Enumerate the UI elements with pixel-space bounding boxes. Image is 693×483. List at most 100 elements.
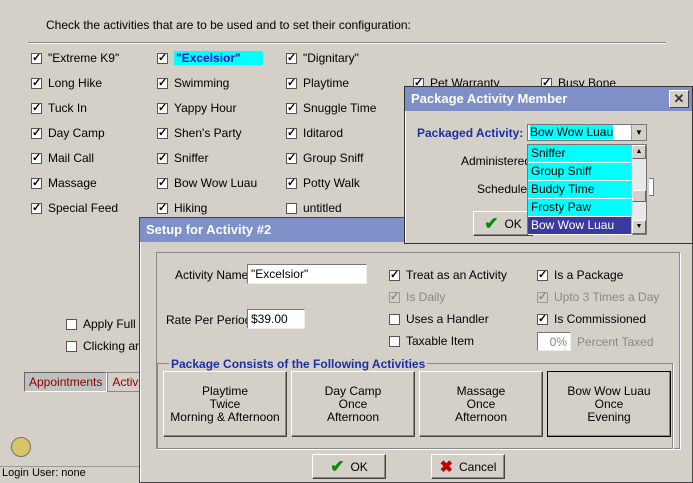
upto3-checkbox xyxy=(537,290,548,304)
activity-label: Group Sniff xyxy=(303,151,364,165)
list-item[interactable]: Sniffer xyxy=(528,145,632,163)
taxable-checkbox[interactable] xyxy=(389,335,400,347)
activity-checkbox[interactable] xyxy=(31,176,42,190)
activity-label: untitled xyxy=(303,201,342,215)
activity-option[interactable]: Swimming xyxy=(157,76,229,90)
activity-label: Special Feed xyxy=(48,201,119,215)
package-button-3[interactable]: Massage Once Afternoon xyxy=(419,371,543,437)
activity-option[interactable]: Playtime xyxy=(286,76,349,90)
activity-checkbox[interactable] xyxy=(286,126,297,140)
activity-name-input[interactable]: "Excelsior" xyxy=(247,264,367,284)
activity-option[interactable]: "Extreme K9" xyxy=(31,51,119,65)
list-item[interactable]: Buddy Time xyxy=(528,181,632,199)
activity-option[interactable]: Iditarod xyxy=(286,126,343,140)
list-item[interactable]: Bow Wow Luau xyxy=(528,217,632,235)
activity-option[interactable]: Hiking xyxy=(157,201,207,215)
activity-checkbox[interactable] xyxy=(286,176,297,190)
activity-option[interactable]: Potty Walk xyxy=(286,176,360,190)
activity-checkbox[interactable] xyxy=(31,151,42,165)
activity-option[interactable]: Sniffer xyxy=(157,151,208,165)
package-button-1[interactable]: Playtime Twice Morning & Afternoon xyxy=(163,371,287,437)
activity-checkbox[interactable] xyxy=(286,101,297,115)
activity-checkbox[interactable] xyxy=(31,51,42,65)
activity-option[interactable]: Yappy Hour xyxy=(157,101,236,115)
clicking-an-label: Clicking an xyxy=(83,339,142,353)
activity-checkbox[interactable] xyxy=(31,126,42,140)
chevron-down-icon[interactable]: ▼ xyxy=(631,125,646,140)
activity-option[interactable]: Day Camp xyxy=(31,126,105,140)
activity-label: Long Hike xyxy=(48,76,103,90)
pam-ok-button[interactable]: ✔ OK xyxy=(473,211,533,236)
activity-checkbox[interactable] xyxy=(286,51,297,65)
package-button-4[interactable]: Bow Wow Luau Once Evening xyxy=(547,371,671,437)
list-item[interactable]: Group Sniff xyxy=(528,163,632,181)
commissioned-checkbox[interactable] xyxy=(537,312,548,326)
setup-ok-button[interactable]: ✔ OK xyxy=(312,454,386,479)
activity-label: Yappy Hour xyxy=(174,101,237,115)
activity-checkbox[interactable] xyxy=(157,126,168,140)
is-package-checkbox[interactable] xyxy=(537,268,548,282)
uses-handler-option[interactable]: Uses a Handler xyxy=(389,312,489,326)
tab-appointments[interactable]: Appointments xyxy=(24,372,108,392)
list-item[interactable]: Frosty Paw xyxy=(528,199,632,217)
rate-input[interactable]: $39.00 xyxy=(247,309,305,329)
activity-label: Bow Wow Luau xyxy=(174,176,258,190)
scroll-up-icon[interactable]: ▲ xyxy=(632,145,646,159)
uses-handler-label: Uses a Handler xyxy=(406,312,489,326)
activity-option[interactable]: "Dignitary" xyxy=(286,51,359,65)
activity-option[interactable]: Mail Call xyxy=(31,151,94,165)
taxable-option[interactable]: Taxable Item xyxy=(389,334,474,348)
setup-cancel-label: Cancel xyxy=(459,459,497,474)
commissioned-option[interactable]: Is Commissioned xyxy=(537,312,646,326)
activity-option[interactable]: Long Hike xyxy=(31,76,102,90)
package-button-2[interactable]: Day Camp Once Afternoon xyxy=(291,371,415,437)
activity-checkbox[interactable] xyxy=(31,76,42,90)
packaged-activity-combo[interactable]: Bow Wow Luau ▼ xyxy=(527,124,647,141)
activity-label: Tuck In xyxy=(48,101,87,115)
clicking-an-checkbox[interactable] xyxy=(66,340,77,352)
percent-label: Percent Taxed xyxy=(577,335,654,349)
key-icon[interactable] xyxy=(11,437,31,457)
treat-checkbox[interactable] xyxy=(389,268,400,282)
activity-option[interactable]: Massage xyxy=(31,176,97,190)
setup-cancel-button[interactable]: ✖ Cancel xyxy=(431,454,505,479)
activity-checkbox[interactable] xyxy=(286,76,297,90)
activity-option[interactable]: Bow Wow Luau xyxy=(157,176,257,190)
activity-option[interactable]: Special Feed xyxy=(31,201,118,215)
activity-option[interactable]: Tuck In xyxy=(31,101,87,115)
packaged-activity-list[interactable]: Sniffer Group Sniff Buddy Time Frosty Pa… xyxy=(527,144,647,235)
activity-checkbox[interactable] xyxy=(286,202,297,214)
apply-full-option[interactable]: Apply Full C xyxy=(66,317,148,331)
close-icon[interactable]: ✕ xyxy=(669,90,689,108)
activity-checkbox[interactable] xyxy=(31,201,42,215)
clicking-an-option[interactable]: Clicking an xyxy=(66,339,142,353)
is-daily-option: Is Daily xyxy=(389,290,445,304)
activity-option[interactable]: untitled xyxy=(286,201,342,215)
activity-option[interactable]: Group Sniff xyxy=(286,151,363,165)
upto3-label: Upto 3 Times a Day xyxy=(554,290,660,304)
scroll-down-icon[interactable]: ▼ xyxy=(632,220,646,234)
upto3-option: Upto 3 Times a Day xyxy=(537,290,659,304)
activity-option[interactable]: Shen's Party xyxy=(157,126,242,140)
packaged-activity-value: Bow Wow Luau xyxy=(530,125,614,139)
apply-full-checkbox[interactable] xyxy=(66,318,77,330)
list-scrollbar[interactable]: ▲ ▼ xyxy=(631,145,646,234)
treat-label: Treat as an Activity xyxy=(406,268,507,282)
activity-checkbox[interactable] xyxy=(31,101,42,115)
activity-option[interactable]: "Excelsior" xyxy=(157,51,263,65)
scroll-thumb[interactable] xyxy=(632,190,646,202)
rate-label: Rate Per Period: xyxy=(166,313,255,327)
activity-label: "Excelsior" xyxy=(174,51,263,65)
activity-checkbox[interactable] xyxy=(157,76,168,90)
activity-option[interactable]: Snuggle Time xyxy=(286,101,376,115)
treat-option[interactable]: Treat as an Activity xyxy=(389,268,507,282)
activity-checkbox[interactable] xyxy=(157,51,168,65)
activity-checkbox[interactable] xyxy=(157,101,168,115)
is-package-option[interactable]: Is a Package xyxy=(537,268,623,282)
activity-checkbox[interactable] xyxy=(157,176,168,190)
activity-checkbox[interactable] xyxy=(286,151,297,165)
uses-handler-checkbox[interactable] xyxy=(389,313,400,325)
activity-checkbox[interactable] xyxy=(157,201,168,215)
activity-checkbox[interactable] xyxy=(157,151,168,165)
activity-label: Shen's Party xyxy=(174,126,242,140)
